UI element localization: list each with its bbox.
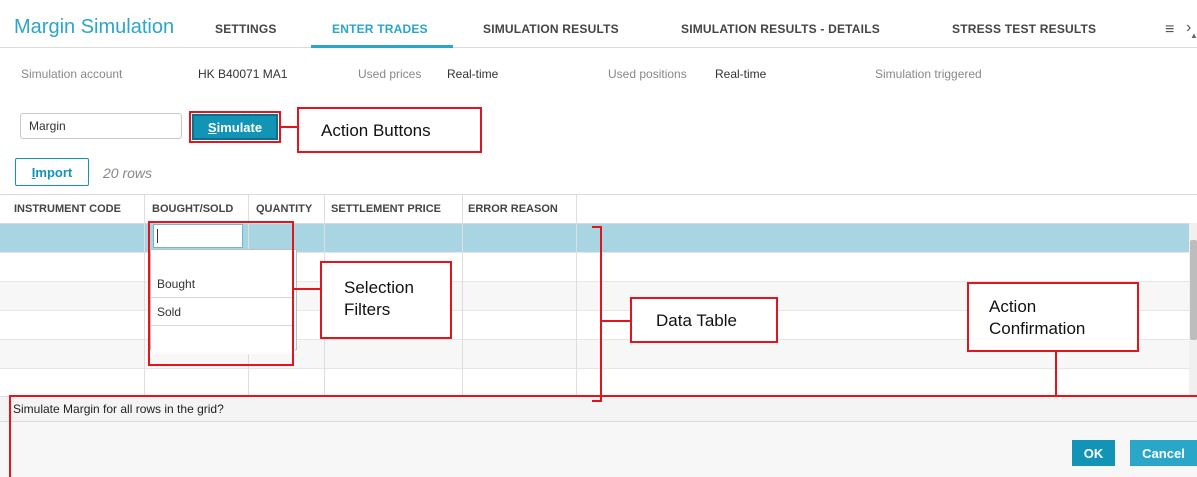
hamburger-icon[interactable]: ≡ [1165,21,1174,39]
annotation-selection-line2: Filters [344,300,391,319]
simulation-type-field[interactable]: Margin [20,113,182,139]
annotation-connector [1055,352,1057,396]
column-divider [462,195,463,395]
annotation-highlight-confirmation [9,395,1197,477]
annotation-selection-filters: Selection Filters [320,261,452,339]
annotation-connector [602,320,632,322]
annotation-bracket [600,226,602,402]
import-label: mport [35,164,73,180]
annotation-bracket-top [592,226,602,228]
positions-label: Used positions [608,67,687,81]
app-title: Margin Simulation [14,16,175,38]
col-instrument-code[interactable]: INSTRUMENT CODE [14,203,121,215]
annotation-action-buttons: Action Buttons [297,107,482,153]
col-settlement-price[interactable]: SETTLEMENT PRICE [331,203,441,215]
scroll-thumb[interactable] [1190,240,1197,340]
col-bought-sold[interactable]: BOUGHT/SOLD [152,203,233,215]
annotation-highlight-dropdown [148,221,294,366]
col-quantity[interactable]: QUANTITY [256,203,312,215]
positions-value: Real-time [715,67,767,81]
prices-value: Real-time [447,67,499,81]
tab-simulation-results[interactable]: SIMULATION RESULTS [483,22,619,36]
import-button[interactable]: Import [15,158,89,186]
column-divider [144,195,145,395]
app-header: Margin Simulation SETTINGS ENTER TRADES … [0,0,1197,48]
annotation-confirmation-line1: Action [989,297,1037,316]
annotation-data-table: Data Table [630,297,778,343]
tab-stress-test-results[interactable]: STRESS TEST RESULTS [952,22,1096,36]
column-divider [576,195,577,395]
account-label: Simulation account [21,67,123,81]
rows-count: 20 rows [103,165,153,181]
annotation-confirmation-line2: Confirmation [989,319,1086,338]
account-value: HK B40071 MA1 [198,67,288,81]
prices-label: Used prices [358,67,422,81]
annotation-selection-line1: Selection [344,278,414,297]
annotation-action-confirmation: Action Confirmation [967,282,1139,352]
annotation-connector [294,288,322,290]
tab-simulation-results-details[interactable]: SIMULATION RESULTS - DETAILS [681,22,880,36]
table-row[interactable] [0,369,1189,398]
annotation-connector [281,126,298,128]
triggered-label: Simulation triggered [875,67,982,81]
annotation-highlight-simulate [189,111,281,143]
tab-enter-trades[interactable]: ENTER TRADES [332,22,428,36]
active-tab-indicator [311,45,453,48]
tab-settings[interactable]: SETTINGS [215,22,277,36]
col-error-reason[interactable]: ERROR REASON [468,203,558,215]
scroll-up-icon[interactable]: ▲ [1190,31,1197,40]
